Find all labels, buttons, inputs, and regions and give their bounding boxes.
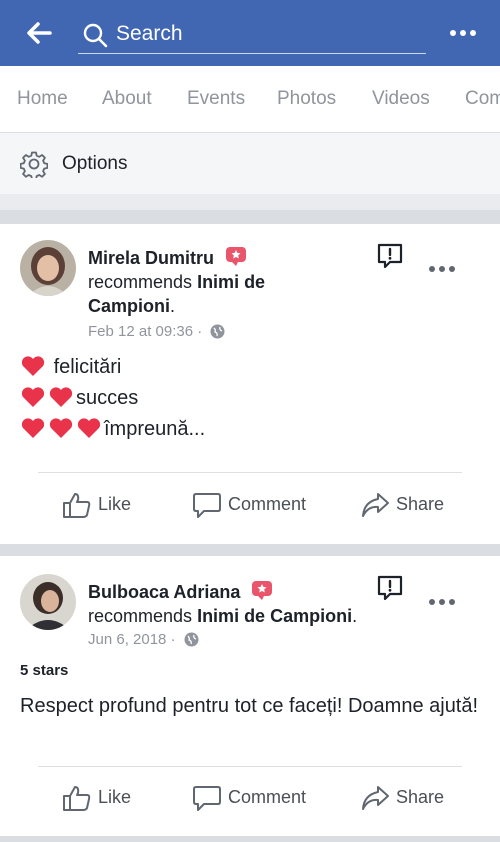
- avatar[interactable]: [20, 574, 76, 630]
- tab-events[interactable]: Events: [187, 88, 245, 110]
- thumbs-up-icon: [63, 786, 91, 811]
- recommendation-line: recommends Inimi de Campioni.: [88, 606, 358, 626]
- share-icon: [362, 786, 389, 810]
- globe-icon: [210, 324, 225, 339]
- share-label: Share: [396, 494, 445, 514]
- share-icon: [362, 493, 389, 517]
- search-input[interactable]: [116, 19, 416, 49]
- tab-community[interactable]: Com: [465, 88, 500, 110]
- search-bar[interactable]: [78, 14, 426, 54]
- divider-band: [0, 836, 500, 842]
- comment-icon: [193, 493, 221, 518]
- post-line-text: succes: [76, 387, 139, 409]
- heart-emoji-icon: [49, 387, 73, 407]
- globe-icon: [184, 632, 199, 647]
- recommendation-badge-icon: [252, 581, 273, 600]
- tab-about[interactable]: About: [102, 88, 152, 110]
- post-card: Bulboaca Adriana recommends Inimi de Cam…: [0, 556, 500, 836]
- comment-label: Comment: [228, 494, 307, 514]
- heart-emoji-icon: [21, 418, 45, 438]
- like-label: Like: [98, 494, 132, 514]
- post-line: împreună...: [20, 414, 205, 445]
- heart-emoji-icon: [21, 356, 45, 376]
- more-dots-icon[interactable]: [446, 19, 480, 47]
- search-icon: [83, 23, 108, 48]
- recommends-text: recommends: [88, 272, 193, 292]
- post-divider: [38, 766, 462, 767]
- page-tabs: Home About Events Photos Videos Com: [0, 66, 500, 132]
- like-button[interactable]: Like: [62, 489, 142, 521]
- post-author[interactable]: Mirela Dumitru: [88, 246, 247, 269]
- spacer: [0, 194, 500, 210]
- post-body: felicitări succes împreună...: [20, 352, 205, 445]
- back-arrow-icon[interactable]: [24, 18, 54, 48]
- post-body: Respect profund pentru tot ce faceți! Do…: [20, 695, 479, 717]
- recommendation-line: recommends Inimi de Campioni.: [88, 272, 266, 316]
- post-line-text: împreună...: [104, 418, 206, 440]
- tab-videos[interactable]: Videos: [372, 88, 430, 110]
- comment-button[interactable]: Comment: [192, 782, 312, 814]
- author-name[interactable]: Bulboaca Adriana: [88, 582, 240, 602]
- top-bar: [0, 0, 500, 66]
- post-meta: Feb 12 at 09:36 ·: [88, 323, 225, 340]
- post-timestamp[interactable]: Feb 12 at 09:36: [88, 323, 193, 340]
- tab-home[interactable]: Home: [17, 88, 68, 110]
- avatar[interactable]: [20, 240, 76, 296]
- report-icon[interactable]: [376, 574, 404, 602]
- post-meta: Jun 6, 2018 ·: [88, 631, 199, 648]
- comment-icon: [193, 786, 221, 811]
- options-row[interactable]: Options: [0, 132, 500, 194]
- heart-emoji-icon: [21, 387, 45, 407]
- divider-band: [0, 210, 500, 224]
- share-button[interactable]: Share: [360, 489, 450, 521]
- post-timestamp[interactable]: Jun 6, 2018: [88, 631, 166, 648]
- author-name[interactable]: Mirela Dumitru: [88, 248, 214, 268]
- share-label: Share: [396, 787, 445, 807]
- post-divider: [38, 472, 462, 473]
- thumbs-up-icon: [63, 493, 91, 518]
- like-label: Like: [98, 787, 132, 807]
- post-line: succes: [20, 383, 205, 414]
- tab-photos[interactable]: Photos: [277, 88, 336, 110]
- rating-label: 5 stars: [20, 662, 69, 679]
- post-card: Mirela Dumitru recommends Inimi de Campi…: [0, 224, 500, 544]
- page-link[interactable]: Inimi de Campioni: [197, 606, 352, 626]
- more-options-icon[interactable]: [428, 597, 456, 607]
- more-options-icon[interactable]: [428, 264, 456, 274]
- report-icon[interactable]: [376, 242, 404, 270]
- gear-icon: [20, 151, 48, 178]
- recommendation-badge-icon: [226, 247, 247, 266]
- like-button[interactable]: Like: [62, 782, 142, 814]
- comment-button[interactable]: Comment: [192, 489, 312, 521]
- heart-emoji-icon: [49, 418, 73, 438]
- divider-band: [0, 544, 500, 556]
- share-button[interactable]: Share: [360, 782, 450, 814]
- heart-emoji-icon: [77, 418, 101, 438]
- post-line-text: felicitări: [53, 356, 122, 378]
- post-author[interactable]: Bulboaca Adriana: [88, 580, 273, 603]
- options-label: Options: [62, 153, 128, 174]
- post-line: felicitări: [20, 352, 205, 383]
- comment-label: Comment: [228, 787, 307, 807]
- recommends-text: recommends: [88, 606, 193, 626]
